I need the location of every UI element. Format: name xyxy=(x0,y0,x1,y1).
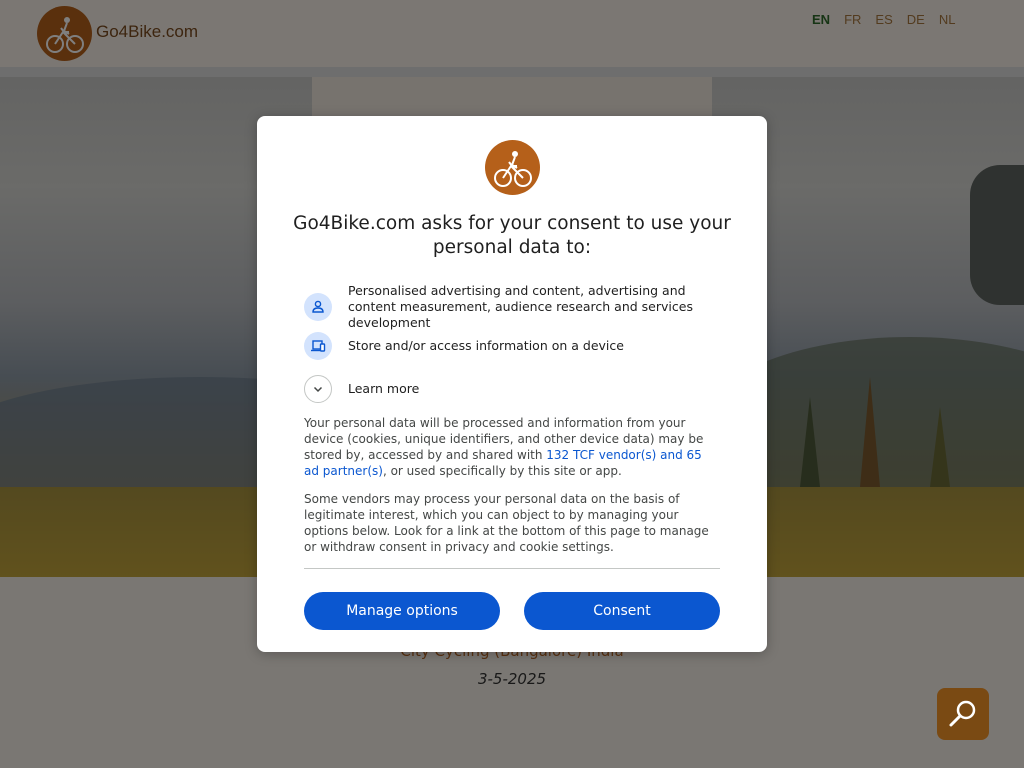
consent-dialog: Go4Bike.com asks for your consent to use… xyxy=(257,116,767,652)
purpose-item: Store and/or access information on a dev… xyxy=(304,332,718,360)
purpose-item: Personalised advertising and content, ad… xyxy=(304,283,718,331)
bike-logo-icon xyxy=(485,140,540,195)
consent-button[interactable]: Consent xyxy=(524,592,720,630)
data-processing-notice: Your personal data will be processed and… xyxy=(304,415,720,479)
person-icon xyxy=(304,293,332,321)
dialog-divider xyxy=(304,568,720,569)
purpose-text: Personalised advertising and content, ad… xyxy=(348,283,693,330)
chevron-down-icon[interactable] xyxy=(304,375,332,403)
notice-text: , or used specifically by this site or a… xyxy=(382,464,622,478)
dialog-title: Go4Bike.com asks for your consent to use… xyxy=(293,213,731,258)
search-button[interactable] xyxy=(937,688,989,740)
manage-options-button[interactable]: Manage options xyxy=(304,592,500,630)
learn-more-label[interactable]: Learn more xyxy=(348,381,718,397)
learn-more-toggle[interactable]: Learn more xyxy=(304,375,718,403)
search-icon xyxy=(949,700,976,727)
purpose-text: Store and/or access information on a dev… xyxy=(348,338,624,353)
devices-icon xyxy=(304,332,332,360)
legitimate-interest-notice: Some vendors may process your personal d… xyxy=(304,492,709,554)
